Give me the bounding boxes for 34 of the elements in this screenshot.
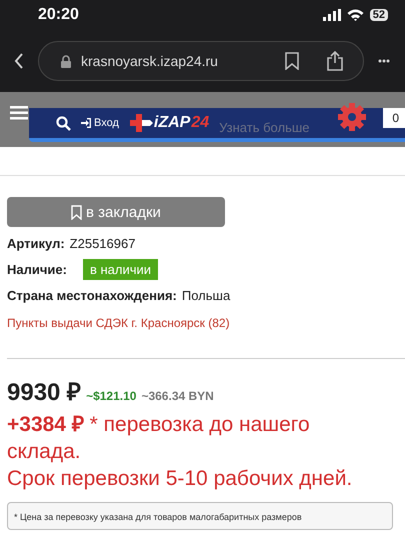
stock-status: в наличии bbox=[82, 258, 158, 280]
site-logo[interactable]: iZAP24 bbox=[128, 114, 210, 132]
more-icon[interactable] bbox=[378, 59, 390, 63]
bookmark-button[interactable]: в закладки bbox=[7, 197, 225, 227]
detail-value: Польша bbox=[182, 288, 230, 302]
banner-text: Узнать больше bbox=[219, 120, 310, 134]
bookmark-icon bbox=[71, 204, 82, 220]
price-byn: ~366.34 BYN bbox=[141, 389, 214, 403]
price-usd: ~$121.10 bbox=[86, 389, 136, 403]
shipping-cost: +3384 ₽ * перевозка до нашего склада. bbox=[7, 412, 311, 465]
price: 9930 ₽ bbox=[7, 378, 82, 407]
gear-icon[interactable] bbox=[337, 102, 367, 132]
login-icon bbox=[81, 118, 91, 128]
shipping-footnote: * Цена за перевозку указана для товаров малогабаритных размеров bbox=[14, 512, 302, 522]
detail-label: Страна местонахождения: bbox=[7, 288, 177, 302]
address-bar[interactable]: krasnoyarsk.izap24.ru bbox=[38, 41, 364, 81]
signal-icon bbox=[322, 9, 341, 21]
search-icon[interactable] bbox=[56, 116, 71, 130]
detail-value: Z25516967 bbox=[70, 236, 136, 250]
detail-label: Наличие: bbox=[7, 262, 67, 276]
pickup-points-link[interactable]: Пункты выдачи СДЭК г. Красноярск (82) bbox=[7, 316, 405, 330]
status-time: 20:20 bbox=[38, 6, 79, 24]
shipping-term: Срок перевозки 5-10 рабочих дней. bbox=[7, 466, 354, 492]
detail-label: Артикул: bbox=[7, 236, 65, 250]
wifi-icon bbox=[346, 9, 364, 21]
bookmark-icon[interactable] bbox=[285, 52, 299, 70]
battery-level: 52 bbox=[370, 9, 388, 21]
lock-icon bbox=[61, 54, 71, 68]
menu-icon[interactable] bbox=[10, 106, 28, 120]
url-text: krasnoyarsk.izap24.ru bbox=[81, 53, 219, 69]
back-icon[interactable] bbox=[14, 53, 24, 69]
cart-count[interactable]: 0 bbox=[383, 108, 405, 128]
login-link[interactable]: Вход bbox=[81, 117, 119, 129]
share-icon[interactable] bbox=[327, 51, 343, 71]
